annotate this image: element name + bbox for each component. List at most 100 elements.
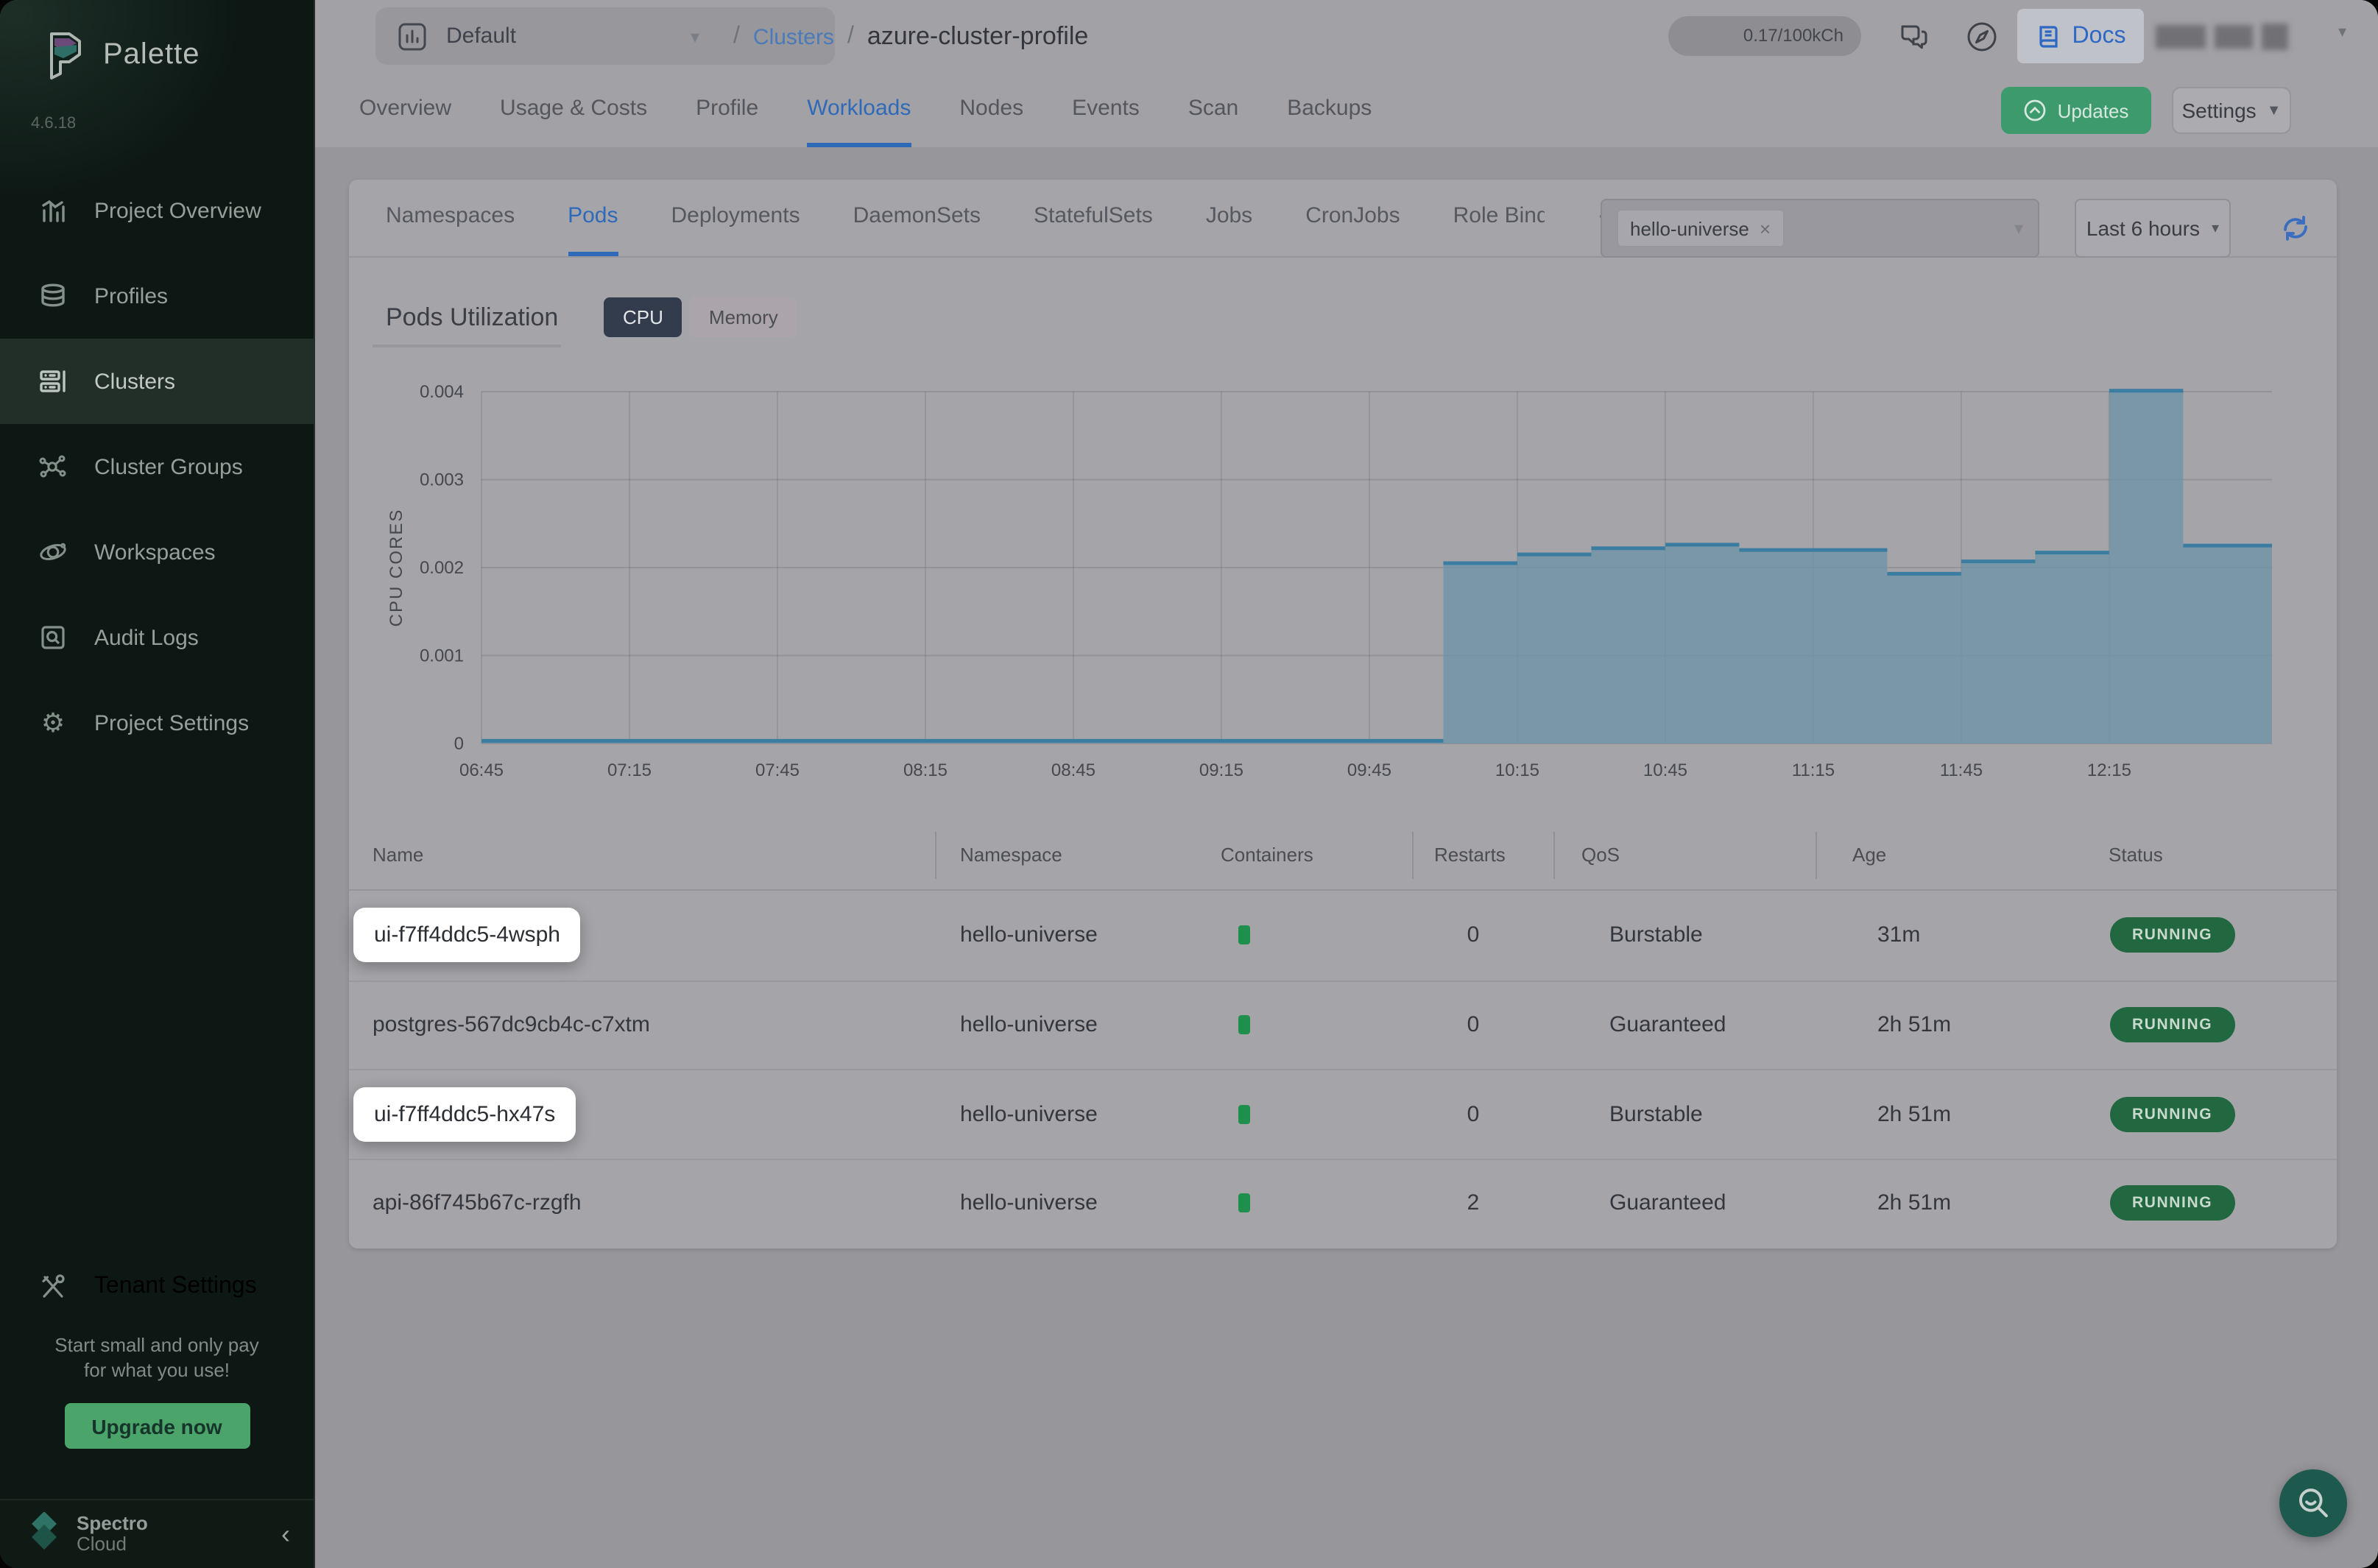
subtab-deployments[interactable]: Deployments: [671, 180, 800, 256]
x-tick-label: 07:15: [607, 760, 652, 780]
subtab-statefulsets[interactable]: StatefulSets: [1034, 180, 1153, 256]
bar-chart-icon: [38, 196, 68, 225]
pod-restarts: 0: [1434, 1102, 1512, 1127]
sidebar-item-cluster-groups[interactable]: Cluster Groups: [0, 424, 314, 509]
pod-namespace: hello-universe: [960, 1013, 1098, 1038]
sidebar-item-workspaces[interactable]: Workspaces: [0, 509, 314, 595]
table-header: Name Namespace Containers Restarts QoS Age Sta…: [349, 820, 2337, 891]
tab-usage-costs[interactable]: Usage & Costs: [500, 74, 647, 147]
usage-quota-pill: 0.17/100kCh: [1668, 16, 1861, 56]
breadcrumb-clusters-link[interactable]: Clusters: [753, 24, 834, 49]
sidebar-item-project-settings[interactable]: ⚙ Project Settings: [0, 680, 314, 766]
x-tick-label: 09:15: [1199, 760, 1243, 780]
pod-name[interactable]: postgres-567dc9cb4c-c7xtm: [373, 1013, 650, 1038]
pod-name-spotlight[interactable]: ui-f7ff4ddc5-hx47s: [353, 1087, 576, 1142]
table-row[interactable]: api-86f745b67c-rzgfhhello-universe2Guara…: [349, 1158, 2337, 1247]
tab-scan[interactable]: Scan: [1188, 74, 1238, 147]
book-icon: [2036, 23, 2062, 49]
table-row[interactable]: ui-f7ff4ddc5-4wsphhello-universe0Burstab…: [349, 891, 2337, 980]
status-badge: RUNNING: [2110, 1097, 2234, 1132]
container-status-square: [1238, 1194, 1250, 1213]
refresh-icon[interactable]: [2278, 211, 2313, 246]
sidebar-item-profiles[interactable]: Profiles: [0, 253, 314, 339]
pod-qos: Burstable: [1609, 923, 1703, 948]
pod-namespace: hello-universe: [960, 923, 1098, 948]
x-tick-label: 07:45: [755, 760, 800, 780]
column-header-age[interactable]: Age: [1852, 844, 1886, 866]
tab-events[interactable]: Events: [1072, 74, 1140, 147]
redacted-user-info[interactable]: [2156, 18, 2288, 56]
tab-backups[interactable]: Backups: [1287, 74, 1372, 147]
pod-age: 31m: [1877, 923, 1920, 948]
column-resize-handle[interactable]: [1816, 832, 1817, 879]
tab-profile[interactable]: Profile: [696, 74, 758, 147]
column-header-namespace[interactable]: Namespace: [960, 844, 1062, 866]
top-bar: Default ▾ / Clusters / azure-cluster-pro…: [315, 0, 2378, 74]
updates-button[interactable]: Updates: [2001, 87, 2151, 134]
tab-workloads[interactable]: Workloads: [807, 74, 911, 147]
pod-namespace: hello-universe: [960, 1191, 1098, 1216]
column-header-name[interactable]: Name: [373, 844, 423, 866]
filter-tag-label: hello-universe: [1630, 217, 1749, 239]
column-resize-handle[interactable]: [1553, 832, 1555, 879]
subtab-namespaces[interactable]: Namespaces: [386, 180, 515, 256]
time-range-select[interactable]: Last 6 hours ▾: [2075, 199, 2231, 258]
table-row[interactable]: postgres-567dc9cb4c-c7xtm hello-universe 0…: [349, 980, 2337, 1069]
sidebar-item-tenant-settings[interactable]: Tenant Settings: [0, 1244, 314, 1329]
layers-icon: [38, 281, 68, 311]
table-row[interactable]: ui-f7ff4ddc5-hx47shello-universe0Burstab…: [349, 1069, 2337, 1158]
orbit-icon: [38, 537, 68, 567]
x-tick-label: 11:45: [1940, 760, 1983, 780]
namespace-filter-select[interactable]: hello-universe × ▾: [1601, 199, 2039, 258]
sidebar-collapse-icon[interactable]: ‹: [281, 1519, 290, 1550]
project-selector-value: Default: [446, 24, 516, 49]
unit-toggle: CPU Memory: [604, 297, 797, 337]
memory-toggle-button[interactable]: Memory: [690, 297, 797, 337]
chat-icon[interactable]: [1897, 19, 1932, 54]
app-window: Palette 4.6.18 Project Overview: [0, 0, 2378, 1568]
settings-button[interactable]: Settings ▼: [2172, 87, 2291, 134]
column-header-containers[interactable]: Containers: [1221, 844, 1313, 866]
upgrade-now-button[interactable]: Upgrade now: [64, 1403, 250, 1449]
chevron-down-icon: ▾: [2212, 220, 2219, 236]
compass-icon[interactable]: [1964, 19, 2000, 54]
tab-nodes[interactable]: Nodes: [959, 74, 1023, 147]
updates-label: Updates: [2058, 99, 2129, 121]
spectro-cloud-logo-icon: [24, 1512, 65, 1556]
y-tick-label: 0.002: [420, 558, 464, 578]
docs-button[interactable]: Docs: [2017, 9, 2144, 63]
promo-text-line1: Start small and only pay: [0, 1332, 314, 1357]
column-header-restarts[interactable]: Restarts: [1434, 844, 1506, 866]
subtab-jobs[interactable]: Jobs: [1206, 180, 1252, 256]
column-resize-handle[interactable]: [1412, 832, 1414, 879]
column-header-status[interactable]: Status: [2109, 844, 2163, 866]
column-resize-handle[interactable]: [935, 832, 936, 879]
main-area: Default ▾ / Clusters / azure-cluster-pro…: [315, 0, 2378, 1568]
x-tick-label: 09:45: [1347, 760, 1391, 780]
subtab-daemonsets[interactable]: DaemonSets: [853, 180, 981, 256]
column-header-qos[interactable]: QoS: [1581, 844, 1620, 866]
settings-label: Settings: [2182, 99, 2257, 122]
subtab-pods[interactable]: Pods: [568, 180, 618, 256]
version-label: 4.6.18: [0, 80, 314, 133]
container-status-square: [1238, 926, 1250, 945]
status-badge: RUNNING: [2110, 918, 2234, 953]
tab-overview[interactable]: Overview: [359, 74, 451, 147]
help-search-fab[interactable]: [2279, 1469, 2347, 1537]
pod-name-spotlight[interactable]: ui-f7ff4ddc5-4wsph: [353, 908, 581, 963]
pod-restarts: 0: [1434, 1013, 1512, 1038]
x-tick-label: 08:15: [903, 760, 948, 780]
remove-tag-icon[interactable]: ×: [1760, 217, 1771, 239]
sidebar-nav: Project Overview Profiles: [0, 168, 314, 766]
chart-title: Pods Utilization: [386, 303, 558, 333]
x-tick-label: 10:15: [1495, 760, 1539, 780]
subtab-cronjobs[interactable]: CronJobs: [1305, 180, 1400, 256]
user-menu-chevron-icon[interactable]: ▾: [2338, 22, 2346, 41]
sidebar-item-project-overview[interactable]: Project Overview: [0, 168, 314, 253]
sidebar-item-audit-logs[interactable]: Audit Logs: [0, 595, 314, 680]
cpu-toggle-button[interactable]: CPU: [604, 297, 682, 337]
pod-name[interactable]: api-86f745b67c-rzgfh: [373, 1191, 582, 1216]
subtab-role-bindings[interactable]: Role Bindings: [1453, 180, 1545, 256]
sidebar-item-clusters[interactable]: Clusters: [0, 339, 314, 424]
y-axis-label: CPU CORES: [387, 509, 406, 627]
